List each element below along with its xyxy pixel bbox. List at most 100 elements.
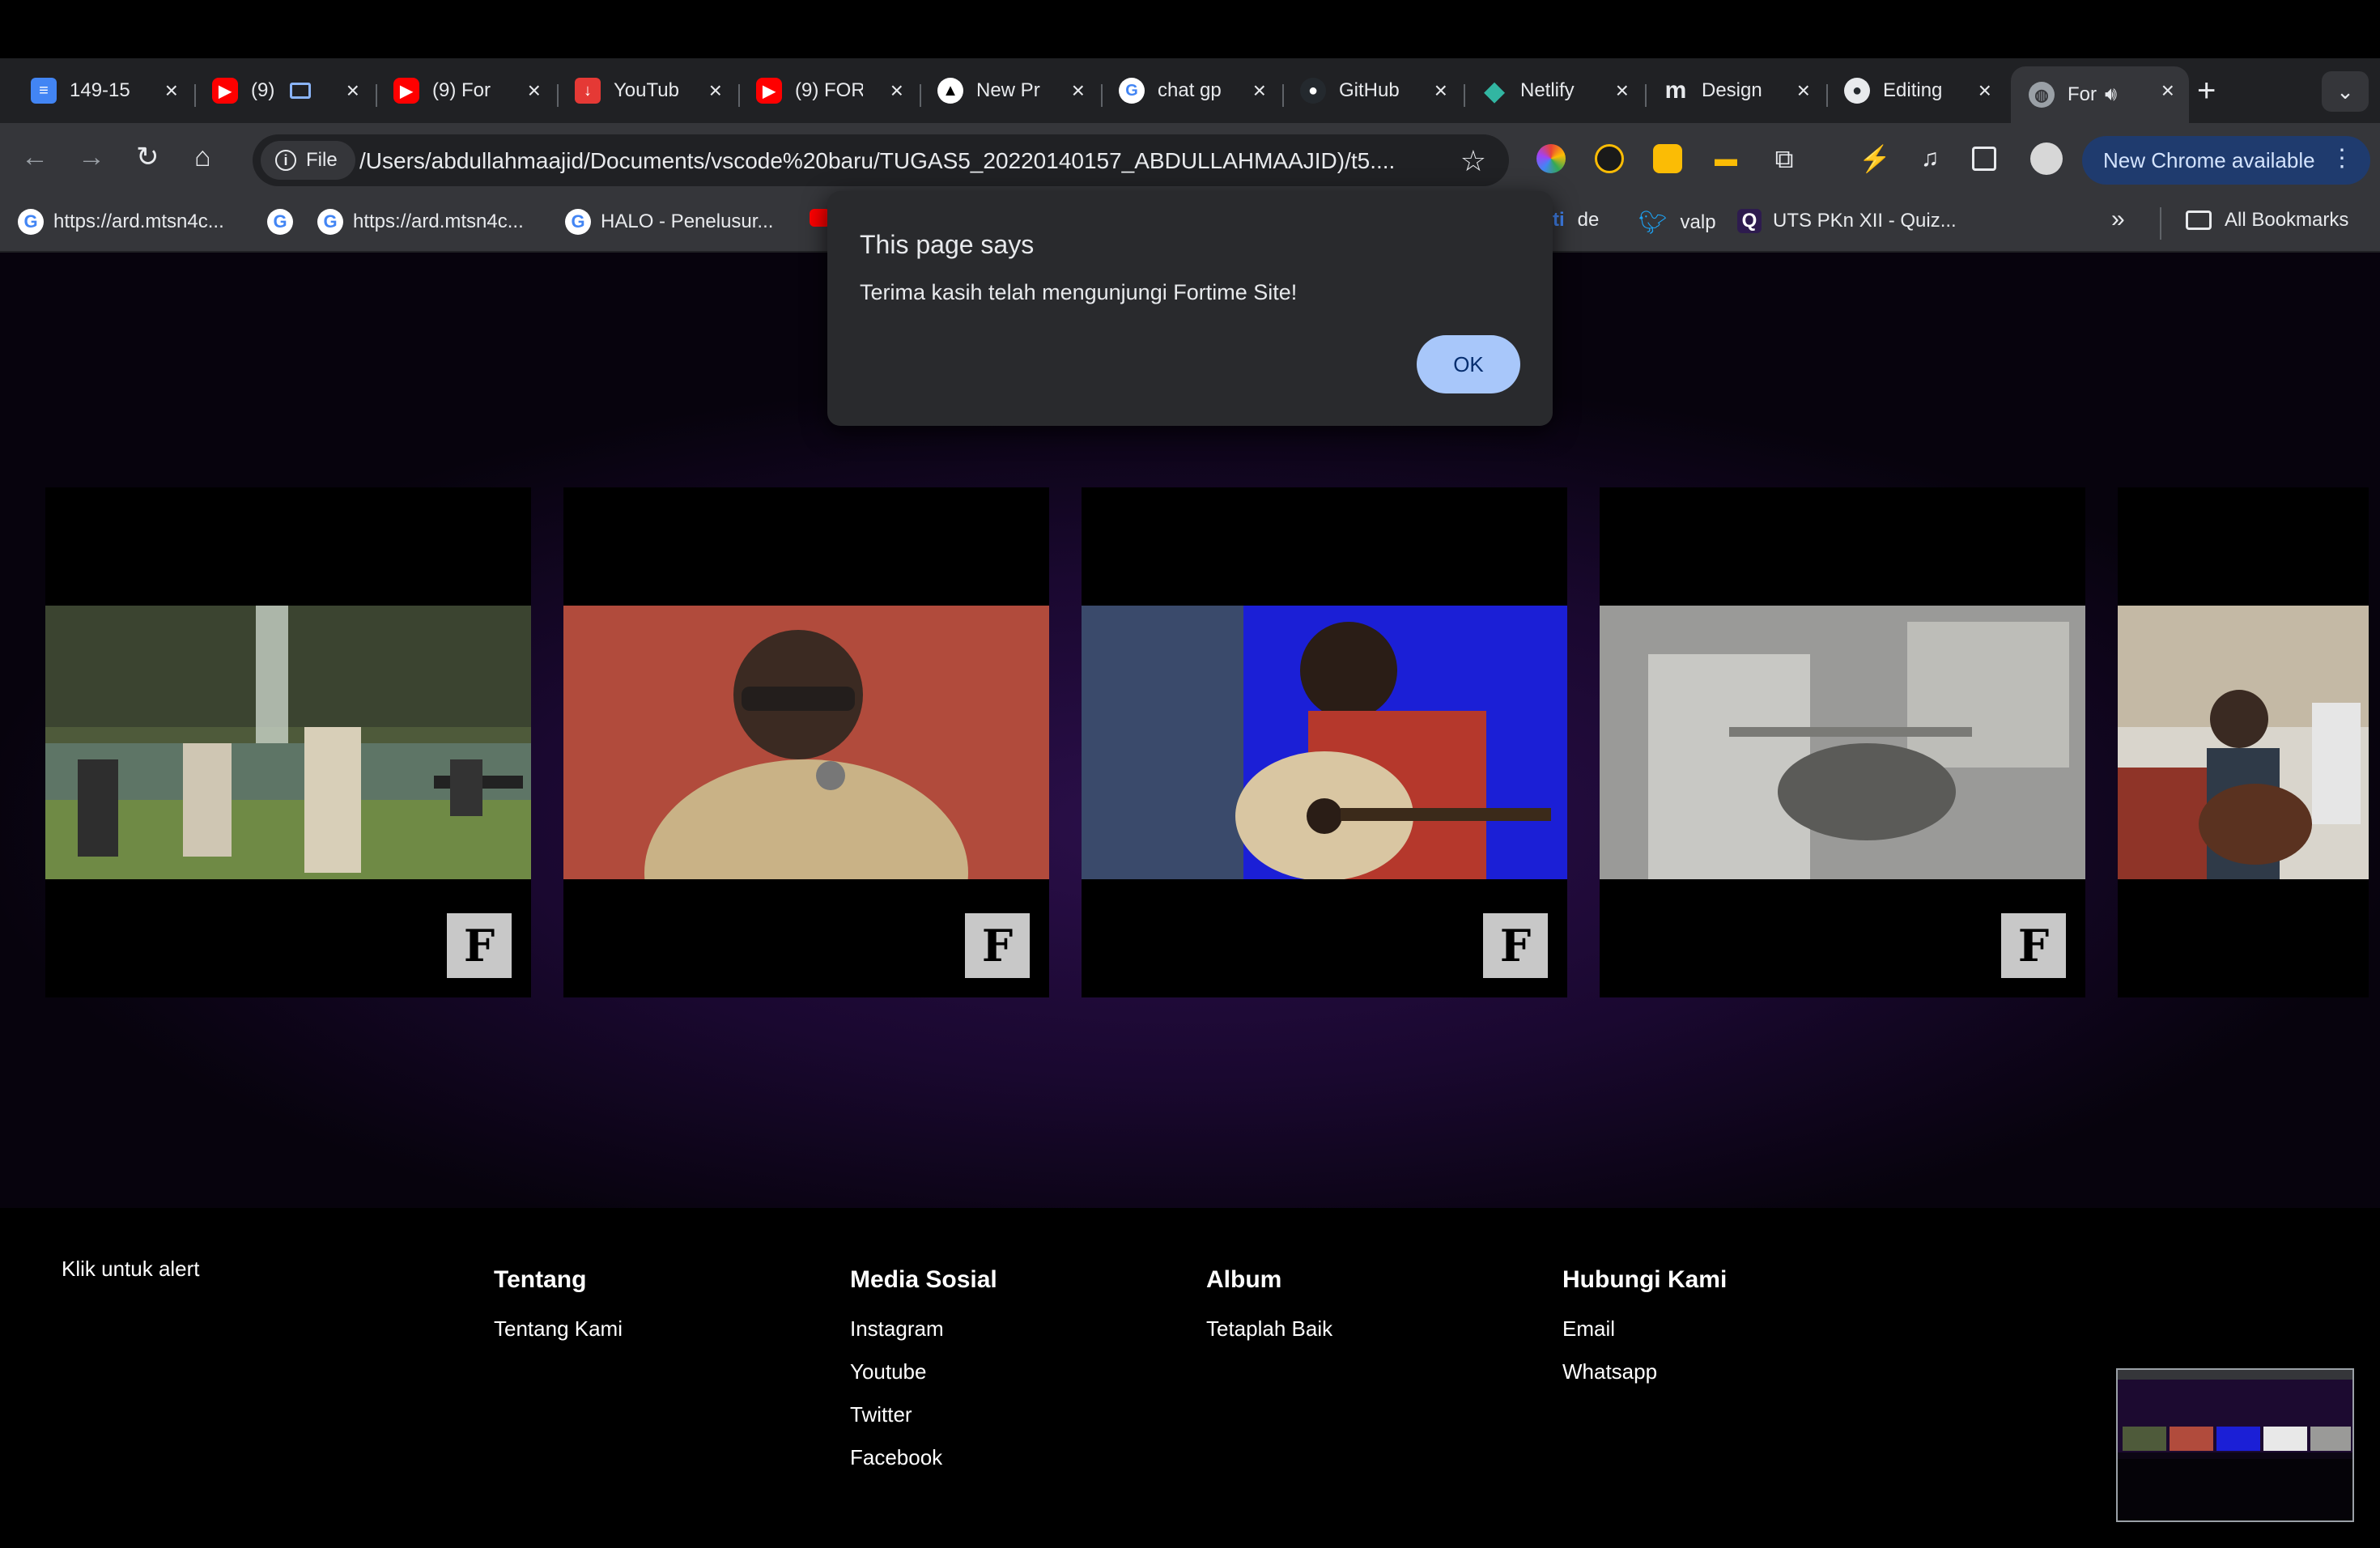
- close-icon[interactable]: ×: [709, 78, 722, 104]
- speaker-icon[interactable]: 🔊︎: [2105, 83, 2117, 106]
- bookmark-item[interactable]: G: [267, 209, 303, 235]
- bookmark-label: UTS PKn XII - Quiz...: [1773, 210, 1957, 232]
- download-icon: ↓: [575, 78, 601, 104]
- footer-link[interactable]: Tentang Kami: [494, 1316, 623, 1342]
- youtube-icon: ▶: [756, 78, 782, 104]
- toolbar: ← → ↻ ⌂ i File /Users/abdullahmaajid/Doc…: [0, 123, 2380, 194]
- alert-dialog: This page says Terima kasih telah mengun…: [827, 191, 1553, 426]
- footer-heading: Media Sosial: [850, 1266, 997, 1293]
- bookmark-item[interactable]: 🐦︎ valp: [1638, 209, 1716, 236]
- footer-link-whatsapp[interactable]: Whatsapp: [1562, 1359, 1727, 1384]
- tab-5[interactable]: ▲ New Pr ×: [920, 66, 1099, 115]
- tab-title: YouTub: [614, 79, 679, 101]
- tab-9[interactable]: m Design ×: [1645, 66, 1825, 115]
- tab-1[interactable]: ▶ (9) ×: [194, 66, 374, 115]
- twitter-icon: 🐦︎: [1638, 210, 1668, 235]
- video-thumbnail[interactable]: [1082, 606, 1567, 879]
- bookmark-item[interactable]: ti de: [1553, 209, 1599, 232]
- more-bookmarks-button[interactable]: »: [2111, 206, 2125, 233]
- menu-dots-icon[interactable]: ⋮: [2330, 144, 2354, 172]
- channel-logo-icon[interactable]: F: [965, 913, 1030, 978]
- bookmark-item[interactable]: Ghttps://ard.mtsn4c...: [18, 209, 224, 235]
- alert-trigger-link[interactable]: Klik untuk alert: [62, 1257, 200, 1282]
- footer-link[interactable]: Tetaplah Baik: [1206, 1316, 1332, 1342]
- tab-11-active[interactable]: ◍ For 🔊︎ ×: [2011, 66, 2189, 123]
- tab-2[interactable]: ▶ (9) For ×: [376, 66, 555, 115]
- bookmark-item[interactable]: Ghttps://ard.mtsn4c...: [317, 209, 524, 235]
- tab-title: 149-15: [70, 79, 130, 101]
- close-icon[interactable]: ×: [1978, 78, 1991, 104]
- color-picker-extension-icon[interactable]: [1536, 144, 1566, 173]
- close-icon[interactable]: ×: [1797, 78, 1810, 104]
- logo-letter: F: [1499, 920, 1532, 972]
- tab-10[interactable]: ● Editing ×: [1826, 66, 2006, 115]
- puzzle-icon[interactable]: ⧉: [1770, 144, 1799, 173]
- tab-6[interactable]: G chat gp ×: [1101, 66, 1281, 115]
- ok-button[interactable]: OK: [1417, 335, 1520, 393]
- channel-logo-icon[interactable]: F: [447, 913, 512, 978]
- footer-link-facebook[interactable]: Facebook: [850, 1445, 997, 1470]
- close-icon[interactable]: ×: [346, 78, 359, 104]
- footer-link-instagram[interactable]: Instagram: [850, 1316, 997, 1342]
- channel-logo-icon[interactable]: F: [1483, 913, 1548, 978]
- close-icon[interactable]: ×: [1616, 78, 1629, 104]
- tab-4[interactable]: ▶ (9) FOR ×: [738, 66, 918, 115]
- screenshot-thumbnail[interactable]: [2116, 1368, 2354, 1522]
- video-thumbnail[interactable]: [2118, 606, 2369, 879]
- video-thumbnail[interactable]: [1600, 606, 2085, 879]
- tab-7[interactable]: ● GitHub ×: [1282, 66, 1462, 115]
- all-bookmarks-button[interactable]: All Bookmarks: [2186, 209, 2348, 232]
- address-bar[interactable]: i File /Users/abdullahmaajid/Documents/v…: [253, 134, 1509, 186]
- home-button[interactable]: ⌂: [194, 141, 211, 173]
- globe-icon: ◍: [2029, 82, 2055, 108]
- close-icon[interactable]: ×: [890, 78, 903, 104]
- tab-3[interactable]: ↓ YouTub ×: [557, 66, 737, 115]
- channel-logo-icon[interactable]: F: [2001, 913, 2066, 978]
- side-panel-icon[interactable]: [1972, 147, 1996, 171]
- footer-link-twitter[interactable]: Twitter: [850, 1402, 997, 1427]
- video-card-5[interactable]: [2118, 487, 2369, 997]
- footer-link-email[interactable]: Email: [1562, 1316, 1727, 1342]
- close-icon[interactable]: ×: [1253, 78, 1266, 104]
- footer-column-hubungi-kami: Hubungi Kami Email Whatsapp: [1562, 1266, 1727, 1402]
- forward-button[interactable]: →: [78, 141, 105, 173]
- tab-title: (9) FOR: [795, 79, 863, 101]
- close-icon[interactable]: ×: [2161, 78, 2174, 104]
- singer-red-image: [563, 606, 1049, 879]
- update-chrome-button[interactable]: New Chrome available ⋮: [2082, 136, 2370, 185]
- band-waterfall-image: [45, 606, 531, 879]
- video-thumbnail[interactable]: [45, 606, 531, 879]
- bookmark-star-icon[interactable]: ☆: [1460, 144, 1486, 178]
- google-icon: G: [18, 209, 44, 235]
- bookmark-item[interactable]: Q UTS PKn XII - Quiz...: [1737, 209, 1957, 233]
- netlify-icon: ◆: [1484, 76, 1505, 105]
- youtube-icon: ▶: [393, 78, 419, 104]
- footer-link-youtube[interactable]: Youtube: [850, 1359, 997, 1384]
- performance-icon[interactable]: ⚡: [1859, 144, 1891, 173]
- url-text[interactable]: /Users/abdullahmaajid/Documents/vscode%2…: [359, 148, 1395, 174]
- bookmark-item[interactable]: G HALO - Penelusur...: [565, 209, 773, 235]
- extension-icon[interactable]: ▬: [1711, 144, 1740, 173]
- media-controls-icon[interactable]: ♫: [1915, 144, 1944, 173]
- back-button[interactable]: ←: [21, 141, 49, 173]
- footer-column-tentang: Tentang Tentang Kami: [494, 1266, 623, 1359]
- site-info-chip[interactable]: i File: [261, 141, 355, 180]
- new-tab-button[interactable]: +: [2197, 73, 2216, 108]
- logo-letter: F: [981, 920, 1014, 972]
- extension-icon[interactable]: [1595, 144, 1624, 173]
- close-icon[interactable]: ×: [528, 78, 541, 104]
- tab-title: Design: [1702, 79, 1762, 101]
- close-icon[interactable]: ×: [165, 78, 178, 104]
- chevron-down-icon: ⌄: [2336, 79, 2354, 104]
- google-icon: G: [267, 209, 293, 235]
- tab-title: New Pr: [976, 79, 1040, 101]
- reload-button[interactable]: ↻: [136, 141, 159, 173]
- tab-0[interactable]: ≡ 149-15 ×: [13, 66, 193, 115]
- close-icon[interactable]: ×: [1434, 78, 1447, 104]
- avatar[interactable]: [2030, 142, 2063, 175]
- close-icon[interactable]: ×: [1072, 78, 1085, 104]
- tab-8[interactable]: ◆ Netlify ×: [1464, 66, 1643, 115]
- tab-search-button[interactable]: ⌄: [2322, 71, 2369, 112]
- extension-icon[interactable]: [1653, 144, 1682, 173]
- video-thumbnail[interactable]: [563, 606, 1049, 879]
